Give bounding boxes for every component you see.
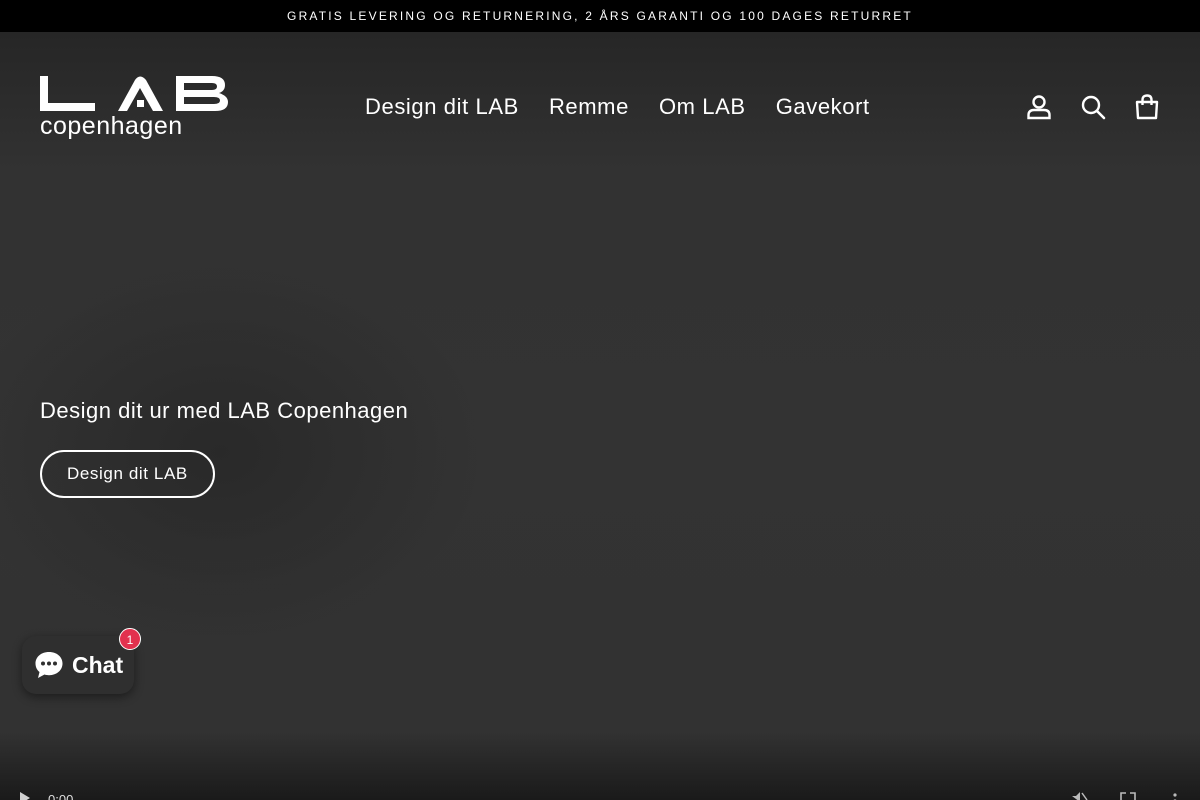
chat-notification-badge: 1	[119, 628, 141, 650]
site-header: copenhagen Design dit LAB Remme Om LAB G…	[0, 32, 1200, 182]
nav-item-om-lab[interactable]: Om LAB	[644, 90, 761, 124]
hero-title: Design dit ur med LAB Copenhagen	[40, 398, 409, 423]
header-icons	[1026, 94, 1160, 120]
nav-item-gavekort[interactable]: Gavekort	[761, 90, 885, 124]
video-time: 0:00	[48, 792, 74, 800]
hero-cta-button[interactable]: Design dit LAB	[40, 450, 215, 498]
chat-bubble-icon	[35, 652, 63, 678]
play-icon[interactable]	[18, 792, 32, 800]
announcement-bar: GRATIS LEVERING OG RETURNERING, 2 ÅRS GA…	[0, 0, 1200, 32]
more-options-icon[interactable]	[1172, 792, 1178, 800]
chat-button[interactable]: Chat	[22, 636, 134, 694]
search-icon[interactable]	[1080, 94, 1106, 120]
nav-item-design-dit-lab[interactable]: Design dit LAB	[350, 90, 534, 124]
account-icon[interactable]	[1026, 94, 1052, 120]
chat-label: Chat	[72, 651, 124, 678]
video-controls: 0:00	[0, 784, 1200, 800]
hero-content: Design dit ur med LAB Copenhagen Design …	[40, 396, 408, 498]
mute-icon[interactable]	[1070, 792, 1088, 800]
announcement-text: GRATIS LEVERING OG RETURNERING, 2 ÅRS GA…	[287, 9, 913, 23]
logo[interactable]: copenhagen	[40, 76, 230, 142]
nav-item-remme[interactable]: Remme	[534, 90, 644, 124]
main-nav: Design dit LAB Remme Om LAB Gavekort	[350, 90, 885, 124]
fullscreen-icon[interactable]	[1120, 792, 1136, 800]
cart-icon[interactable]	[1134, 94, 1160, 120]
logo-subtitle: copenhagen	[40, 112, 183, 140]
